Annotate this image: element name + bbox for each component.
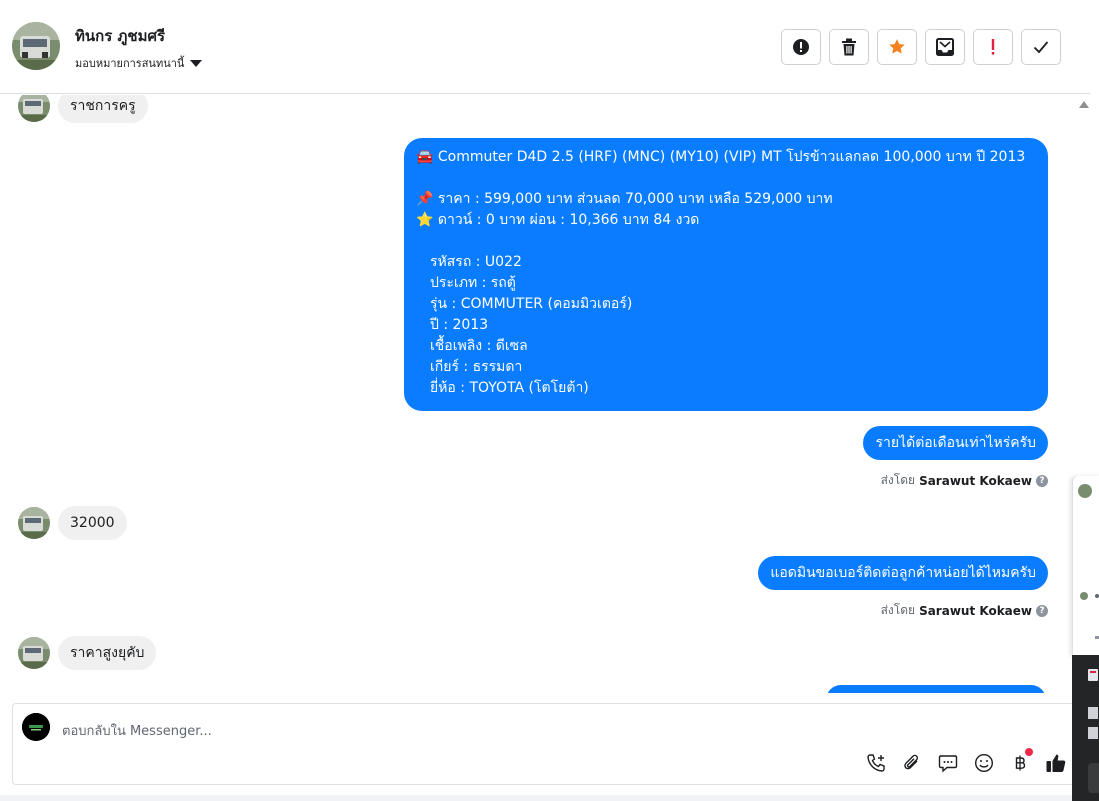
- mark-done-button[interactable]: [1021, 29, 1061, 65]
- incoming-message: 32000: [58, 506, 127, 540]
- assign-conversation-dropdown[interactable]: มอบหมายการสนทนานี้: [75, 54, 203, 72]
- incoming-message: ราชการครู: [58, 95, 148, 123]
- page-avatar: [22, 713, 50, 741]
- help-icon[interactable]: ?: [1036, 474, 1048, 487]
- customer-avatar: [18, 95, 50, 122]
- paperclip-icon: [904, 754, 919, 770]
- outgoing-message: รายได้ต่อเดือนเท่าไหร่ครับ: [863, 426, 1048, 460]
- sent-by-label: ส่งโดย Sarawut Kokaew ?: [881, 471, 1048, 490]
- baht-icon: [1015, 755, 1026, 771]
- mark-spam-button[interactable]: [781, 29, 821, 65]
- page-footer-strip: [0, 795, 1072, 801]
- car-title: Commuter D4D 2.5 (HRF) (MNC) (MY10) (VIP…: [437, 149, 1026, 165]
- car-down-payment: ดาวน์ : 0 บาท ผ่อน : 10,366 บาท 84 งวด: [437, 212, 700, 228]
- outgoing-message-partial: [826, 685, 1046, 693]
- move-to-done-button[interactable]: [925, 29, 965, 65]
- sent-by-label: ส่งโดย Sarawut Kokaew ?: [881, 601, 1048, 620]
- customer-avatar: [18, 507, 50, 539]
- scrollbar[interactable]: [1075, 95, 1095, 475]
- conversation-header: ทินกร ภูชมศรี มอบหมายการสนทนานี้: [0, 0, 1090, 94]
- pin-emoji-icon: 📌: [416, 191, 434, 207]
- delete-button[interactable]: [829, 29, 869, 65]
- car-detail-line: ปี : 2013: [430, 317, 489, 333]
- star-icon: [889, 39, 905, 54]
- checkmark-icon: [1033, 41, 1049, 54]
- sent-by-name: Sarawut Kokaew: [919, 603, 1032, 618]
- call-button[interactable]: [865, 752, 887, 774]
- customer-avatar: [18, 637, 50, 669]
- phone-plus-icon: [867, 754, 885, 772]
- trash-icon: [842, 38, 856, 56]
- conversation-toolbar: [781, 29, 1061, 65]
- car-detail-line: ประเภท : รถตู้: [430, 275, 516, 291]
- sent-by-prefix: ส่งโดย: [880, 603, 916, 617]
- payment-button[interactable]: [1009, 748, 1033, 774]
- thumbs-up-icon: [1046, 754, 1066, 772]
- car-price: ราคา : 599,000 บาท ส่วนลด 70,000 บาท เหล…: [437, 191, 833, 207]
- composer-toolbar: [865, 748, 1067, 774]
- archive-inbox-icon: [936, 38, 954, 56]
- sent-by-name: Sarawut Kokaew: [919, 473, 1032, 488]
- sent-by-prefix: ส่งโดย: [880, 473, 916, 487]
- incoming-message-row: 32000: [18, 506, 127, 540]
- notification-dot: [1025, 748, 1033, 756]
- help-icon[interactable]: ?: [1036, 604, 1048, 617]
- exclamation-icon: [991, 39, 995, 55]
- caret-down-icon: [190, 59, 203, 67]
- like-button[interactable]: [1045, 752, 1067, 774]
- car-detail-line: เชื้อเพลิง : ดีเซล: [430, 338, 528, 354]
- customer-avatar[interactable]: [12, 22, 60, 70]
- incoming-message-row: ราชการครู: [18, 95, 148, 123]
- saved-replies-button[interactable]: [937, 752, 959, 774]
- message-thread[interactable]: ราชการครู 🚘 Commuter D4D 2.5 (HRF) (MNC)…: [0, 95, 1072, 693]
- outgoing-car-details-message: 🚘 Commuter D4D 2.5 (HRF) (MNC) (MY10) (V…: [404, 138, 1048, 411]
- mark-important-button[interactable]: [973, 29, 1013, 65]
- notification-popup[interactable]: [1072, 655, 1099, 801]
- chat-bubble-icon: [938, 755, 958, 773]
- car-detail-line: รหัสรถ : U022: [430, 254, 522, 270]
- reply-composer[interactable]: ตอบกลับใน Messenger...: [12, 703, 1082, 785]
- side-chat-panel[interactable]: [1072, 476, 1099, 656]
- reply-input[interactable]: ตอบกลับใน Messenger...: [62, 720, 212, 741]
- car-emoji-icon: 🚘: [416, 149, 434, 165]
- assign-label: มอบหมายการสนทนานี้: [75, 57, 185, 70]
- car-detail-line: ยี่ห้อ : TOYOTA (โตโยต้า): [430, 380, 589, 396]
- emoji-button[interactable]: [973, 752, 995, 774]
- incoming-message-row: ราคาสูงยุคับ: [18, 636, 157, 670]
- star-emoji-icon: ⭐: [416, 212, 434, 228]
- car-detail-line: รุ่น : COMMUTER (คอมมิวเตอร์): [430, 296, 633, 312]
- star-button[interactable]: [877, 29, 917, 65]
- attach-button[interactable]: [901, 752, 923, 774]
- customer-name[interactable]: ทินกร ภูชมศรี: [75, 24, 165, 48]
- alert-circle-icon: [793, 39, 809, 55]
- incoming-message: ราคาสูงยุคับ: [58, 636, 157, 670]
- scroll-up-arrow-icon[interactable]: [1079, 101, 1089, 108]
- outgoing-message: แอดมินขอเบอร์ติดต่อลูกค้าหน่อยได้ไหมครับ: [758, 556, 1048, 590]
- smiley-icon: [974, 753, 994, 773]
- car-detail-line: เกียร์ : ธรรมดา: [430, 359, 523, 375]
